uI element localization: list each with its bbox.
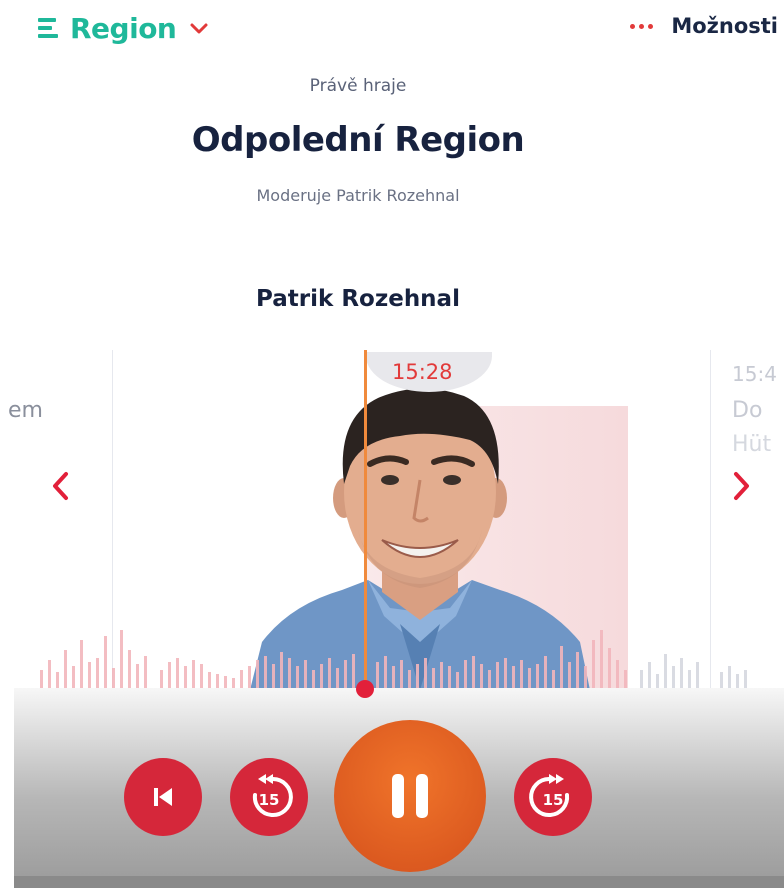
presenter-name: Patrik Rozehnal: [256, 286, 460, 312]
app-header: Region Možnosti: [0, 0, 784, 58]
chevron-right-icon: [734, 472, 749, 500]
rewind-15-button[interactable]: 15: [230, 758, 308, 836]
progress-handle[interactable]: [356, 680, 374, 698]
show-title: Odpolední Region: [191, 120, 525, 160]
next-program-time: 15:4: [732, 362, 777, 386]
next-program-title[interactable]: Do: [732, 398, 762, 423]
timeline-prev-button[interactable]: [46, 468, 76, 504]
more-dots-icon: [630, 23, 657, 29]
timeline-next-button[interactable]: [726, 468, 756, 504]
now-playing-label: Právě hraje: [309, 76, 407, 96]
chevron-left-icon: [53, 472, 68, 500]
previous-program-title[interactable]: em: [8, 398, 43, 423]
forward-15-icon: 15: [529, 774, 570, 817]
host-line: Moderuje Patrik Rozehnal: [256, 186, 460, 205]
bottom-bar: [14, 876, 784, 888]
audio-waveform: [40, 630, 747, 690]
forward-15-button[interactable]: 15: [514, 758, 592, 836]
options-button[interactable]: Možnosti: [630, 14, 778, 38]
rewind-15-icon: 15: [252, 774, 293, 817]
chevron-down-icon: [190, 23, 208, 34]
current-time: 15:28: [392, 360, 453, 384]
region-logo-icon: [38, 17, 60, 39]
playhead-line[interactable]: [364, 350, 367, 690]
previous-button[interactable]: [124, 758, 202, 836]
options-label: Možnosti: [671, 14, 778, 38]
pause-button[interactable]: [334, 720, 486, 872]
station-selector[interactable]: Region: [38, 10, 210, 46]
pause-icon: [392, 774, 428, 818]
next-program-subtitle: Hüt: [732, 432, 772, 457]
skip-previous-icon: [154, 788, 172, 806]
forward-seconds: 15: [543, 791, 564, 809]
station-name: Region: [70, 11, 177, 45]
rewind-seconds: 15: [259, 791, 280, 809]
program-timeline[interactable]: em 15:4 Do Hüt 15:28: [0, 350, 784, 690]
